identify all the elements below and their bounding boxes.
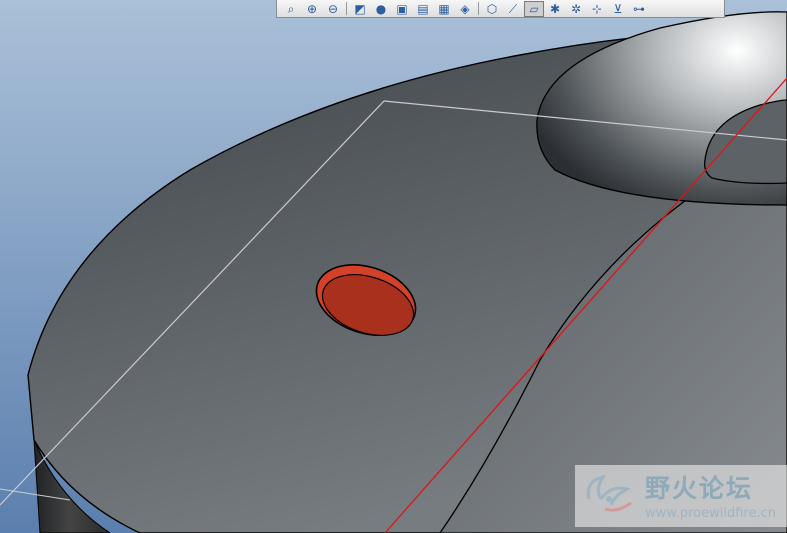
- display-style-icon: ◈: [460, 1, 470, 16]
- layers-button[interactable]: ▤: [413, 1, 433, 17]
- point-tags-icon: ✲: [570, 1, 582, 16]
- datum-planes-icon: ▱: [529, 1, 539, 16]
- repaint-icon: ◩: [354, 1, 366, 16]
- saved-views-icon: ▣: [396, 1, 408, 16]
- layers-icon: ▤: [417, 1, 429, 16]
- shading-icon: ●: [375, 1, 387, 16]
- datum-axes-button[interactable]: ⟋: [503, 1, 523, 17]
- csys-tags-button[interactable]: ⊻: [608, 1, 628, 17]
- csys-display-icon: ⊹: [591, 1, 603, 16]
- csys-display-button[interactable]: ⊹: [587, 1, 607, 17]
- annotations-icon: ⊶: [633, 1, 645, 16]
- repaint-button[interactable]: ◩: [350, 1, 370, 17]
- perspective-icon: ⬡: [486, 1, 498, 16]
- point-display-button[interactable]: ✱: [545, 1, 565, 17]
- watermark-url: www.proewildfire.cn: [645, 506, 776, 521]
- display-style-button[interactable]: ◈: [455, 1, 475, 17]
- refit-button[interactable]: ⌕: [281, 1, 301, 17]
- zoom-out-button[interactable]: ⊖: [323, 1, 343, 17]
- view-manager-icon: ▦: [438, 1, 450, 16]
- wildfire-logo-icon: [586, 474, 632, 512]
- model-viewport[interactable]: [0, 0, 787, 533]
- zoom-in-button[interactable]: ⊕: [302, 1, 322, 17]
- perspective-button[interactable]: ⬡: [482, 1, 502, 17]
- watermark-title: 野火论坛: [645, 474, 754, 503]
- annotations-button[interactable]: ⊶: [629, 1, 649, 17]
- saved-views-button[interactable]: ▣: [392, 1, 412, 17]
- datum-axes-icon: ⟋: [508, 1, 518, 16]
- zoom-out-icon: ⊖: [327, 1, 339, 16]
- view-manager-button[interactable]: ▦: [434, 1, 454, 17]
- point-display-icon: ✱: [549, 1, 561, 16]
- point-tags-button[interactable]: ✲: [566, 1, 586, 17]
- refit-icon: ⌕: [287, 1, 295, 16]
- zoom-in-icon: ⊕: [306, 1, 318, 16]
- csys-tags-icon: ⊻: [613, 1, 623, 16]
- toolbar-separator: [346, 2, 347, 15]
- datum-planes-button[interactable]: ▱: [524, 0, 544, 17]
- view-toolbar: ⌕ ⊕ ⊖ ◩ ● ▣ ▤ ▦ ◈ ⬡ ⟋ ▱ ✱ ✲ ⊹ ⊻ ⊶: [276, 0, 725, 18]
- shading-button[interactable]: ●: [371, 1, 391, 17]
- toolbar-separator: [478, 2, 479, 15]
- watermark: 野火论坛 www.proewildfire.cn: [575, 465, 787, 527]
